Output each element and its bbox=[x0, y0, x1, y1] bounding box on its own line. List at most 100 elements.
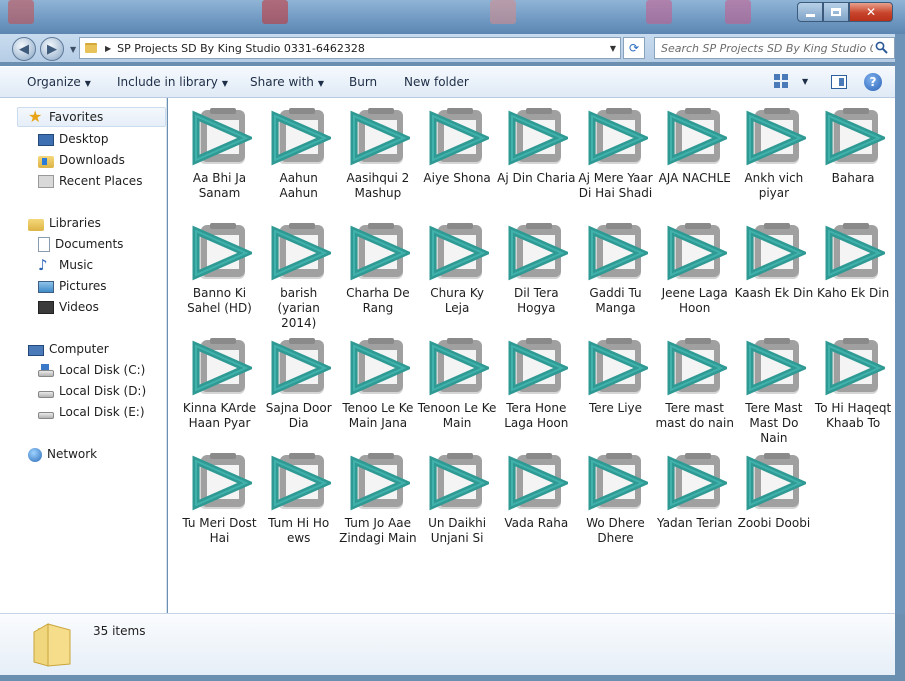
file-item[interactable]: Zoobi Doobi bbox=[734, 451, 813, 531]
nav-favorites[interactable]: ★ Favorites bbox=[17, 107, 166, 127]
view-grid-icon bbox=[774, 74, 788, 88]
nav-label: Local Disk (E:) bbox=[59, 405, 145, 419]
recent-pages-dropdown-icon[interactable]: ▼ bbox=[70, 45, 76, 54]
file-item[interactable]: Tera Hone Laga Hoon bbox=[497, 336, 576, 431]
file-item[interactable]: Dil Tera Hogya bbox=[497, 221, 576, 316]
file-item[interactable]: Sajna Door Dia bbox=[259, 336, 338, 431]
video-file-icon bbox=[667, 108, 727, 166]
nav-computer[interactable]: Computer bbox=[28, 339, 109, 359]
maximize-button[interactable] bbox=[823, 2, 849, 22]
help-button[interactable]: ? bbox=[864, 73, 882, 91]
file-item[interactable]: Wo Dhere Dhere bbox=[576, 451, 655, 546]
file-item[interactable]: Vada Raha bbox=[497, 451, 576, 531]
preview-pane-button[interactable] bbox=[831, 75, 847, 89]
address-row: ◀ ▶ ▼ ▶ SP Projects SD By King Studio 03… bbox=[0, 34, 905, 62]
nav-desktop[interactable]: Desktop bbox=[38, 129, 109, 149]
nav-libraries[interactable]: Libraries bbox=[28, 213, 101, 233]
file-name: Aj Din Charia bbox=[497, 171, 576, 185]
file-name: Aj Mere Yaar Di Hai Shadi bbox=[578, 171, 653, 200]
file-item[interactable]: Charha De Rang bbox=[338, 221, 417, 316]
forward-arrow-icon: ▶ bbox=[47, 41, 57, 57]
close-button[interactable]: ✕ bbox=[849, 2, 893, 22]
nav-label: Documents bbox=[55, 237, 124, 251]
file-item[interactable]: AJA NACHLE bbox=[655, 106, 734, 186]
nav-recent-places[interactable]: Recent Places bbox=[38, 171, 142, 191]
file-item[interactable]: Aj Mere Yaar Di Hai Shadi bbox=[576, 106, 655, 201]
file-item[interactable]: Tenoon Le Ke Main bbox=[418, 336, 497, 431]
title-bar[interactable]: ✕ bbox=[0, 0, 905, 34]
file-item[interactable]: Kaash Ek Din bbox=[734, 221, 813, 301]
breadcrumb-arrow-icon[interactable]: ▶ bbox=[105, 44, 111, 53]
file-item[interactable]: Tum Jo Aae Zindagi Main bbox=[338, 451, 417, 546]
nav-music[interactable]: ♪ Music bbox=[38, 255, 93, 275]
recent-places-icon bbox=[38, 174, 54, 188]
chevron-down-icon[interactable]: ▼ bbox=[802, 77, 808, 86]
file-item[interactable]: Tu Meri Dost Hai bbox=[180, 451, 259, 546]
file-item[interactable]: barish (yarian 2014) bbox=[259, 221, 338, 331]
nav-videos[interactable]: Videos bbox=[38, 297, 99, 317]
file-name: Kinna KArde Haan Pyar bbox=[182, 401, 257, 430]
disk-icon bbox=[38, 390, 54, 398]
video-file-icon bbox=[350, 108, 410, 166]
file-item[interactable]: Aa Bhi Ja Sanam bbox=[180, 106, 259, 201]
search-box[interactable] bbox=[654, 37, 895, 59]
nav-downloads[interactable]: Downloads bbox=[38, 150, 125, 170]
search-icon[interactable] bbox=[875, 41, 888, 54]
file-item[interactable]: To Hi Haqeqt Khaab To bbox=[814, 336, 893, 431]
video-file-icon bbox=[429, 108, 490, 166]
video-file-icon bbox=[350, 223, 410, 281]
file-item[interactable]: Aasihqui 2 Mashup bbox=[338, 106, 417, 201]
file-item[interactable]: Un Daikhi Unjani Si bbox=[418, 451, 497, 546]
command-bar: Organize ▼ Include in library ▼ Share with… bbox=[0, 66, 905, 98]
nav-documents[interactable]: Documents bbox=[38, 234, 123, 254]
file-item[interactable]: Chura Ky Leja bbox=[418, 221, 497, 316]
address-bar[interactable]: ▶ SP Projects SD By King Studio 0331-646… bbox=[79, 37, 621, 59]
nav-local-disk-c[interactable]: Local Disk (C:) bbox=[38, 360, 145, 380]
video-file-icon bbox=[746, 453, 806, 511]
change-view-button[interactable]: ▼ bbox=[774, 74, 808, 88]
burn-button[interactable]: Burn bbox=[349, 75, 377, 89]
file-item[interactable]: Ankh vich piyar bbox=[734, 106, 813, 201]
nav-pictures[interactable]: Pictures bbox=[38, 276, 107, 296]
organize-button[interactable]: Organize ▼ bbox=[27, 75, 91, 89]
refresh-button[interactable]: ⟳ bbox=[623, 37, 645, 59]
chevron-down-icon: ▼ bbox=[221, 79, 229, 88]
search-input[interactable] bbox=[661, 41, 873, 55]
file-item[interactable]: Aiye Shona bbox=[418, 106, 497, 186]
file-item[interactable]: Kinna KArde Haan Pyar bbox=[180, 336, 259, 431]
minimize-button[interactable] bbox=[797, 2, 823, 22]
file-item[interactable]: Tere mast mast do nain bbox=[655, 336, 734, 431]
file-item[interactable]: Tenoo Le Ke Main Jana bbox=[338, 336, 417, 431]
video-file-icon bbox=[825, 223, 886, 281]
file-name: Tere Mast Mast Do Nain bbox=[745, 401, 803, 445]
nav-network[interactable]: Network bbox=[28, 444, 97, 464]
file-item[interactable]: Tere Mast Mast Do Nain bbox=[734, 336, 813, 446]
file-name: Aa Bhi Ja Sanam bbox=[192, 171, 247, 200]
file-item[interactable]: Tum Hi Ho ews bbox=[259, 451, 338, 546]
file-item[interactable]: Aahun Aahun bbox=[259, 106, 338, 201]
back-button[interactable]: ◀ bbox=[12, 37, 36, 61]
nav-local-disk-e[interactable]: Local Disk (E:) bbox=[38, 402, 145, 422]
nav-local-disk-d[interactable]: Local Disk (D:) bbox=[38, 381, 146, 401]
network-globe-icon bbox=[28, 447, 42, 462]
video-file-icon bbox=[192, 108, 252, 166]
file-item[interactable]: Kaho Ek Din bbox=[814, 221, 893, 301]
nav-label: Libraries bbox=[49, 216, 101, 230]
file-item[interactable]: Gaddi Tu Manga bbox=[576, 221, 655, 316]
video-file-icon bbox=[825, 108, 886, 166]
file-item[interactable]: Banno Ki Sahel (HD) bbox=[180, 221, 259, 316]
address-dropdown-icon[interactable]: ▼ bbox=[610, 44, 616, 53]
video-file-icon bbox=[508, 108, 569, 166]
file-item[interactable]: Tere Liye bbox=[576, 336, 655, 416]
file-name: Sajna Door Dia bbox=[265, 401, 332, 430]
file-item[interactable]: Bahara bbox=[814, 106, 893, 186]
forward-button[interactable]: ▶ bbox=[40, 37, 64, 61]
new-folder-button[interactable]: New folder bbox=[404, 75, 469, 89]
file-list-view[interactable]: Aa Bhi Ja Sanam Aahun Aahun Aasihqui 2 Mas… bbox=[168, 98, 895, 613]
address-path[interactable]: SP Projects SD By King Studio 0331-64623… bbox=[117, 42, 365, 55]
file-item[interactable]: Jeene Laga Hoon bbox=[655, 221, 734, 316]
share-with-button[interactable]: Share with ▼ bbox=[250, 75, 324, 89]
file-item[interactable]: Yadan Terian bbox=[655, 451, 734, 531]
file-item[interactable]: Aj Din Charia bbox=[497, 106, 576, 186]
include-in-library-button[interactable]: Include in library ▼ bbox=[117, 75, 228, 89]
